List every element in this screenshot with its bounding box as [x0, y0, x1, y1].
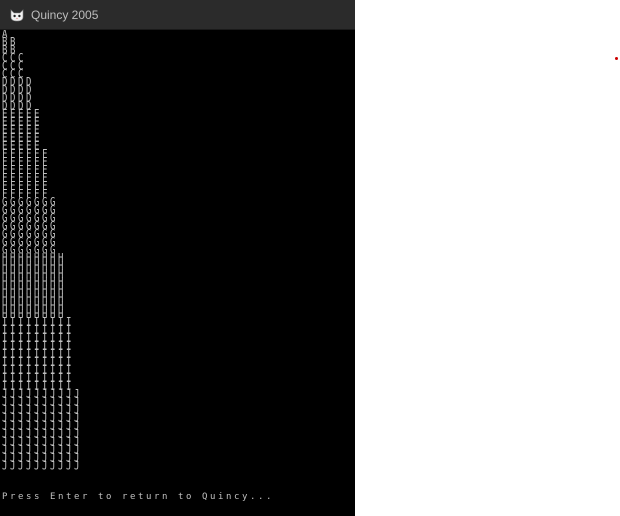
window-title: Quincy 2005	[31, 8, 99, 22]
console-window[interactable]: Quincy 2005 A BB BB CCC CCC CCC DDDD DDDD DDDD DD…	[0, 0, 355, 516]
quincy-cat-icon	[9, 7, 25, 23]
red-dot-marker	[615, 57, 618, 60]
return-prompt: Press Enter to return to Quincy...	[2, 492, 274, 502]
console-line: JJJJJJJJJJ	[2, 460, 82, 474]
console-output[interactable]: A BB BB CCC CCC CCC DDDD DDDD DDDD DDDD EEEEE EEEEE…	[0, 30, 355, 516]
console-lines: A BB BB CCC CCC CCC DDDD DDDD DDDD DDDD EEEEE EEEEE…	[2, 30, 82, 474]
title-bar[interactable]: Quincy 2005	[0, 0, 355, 30]
